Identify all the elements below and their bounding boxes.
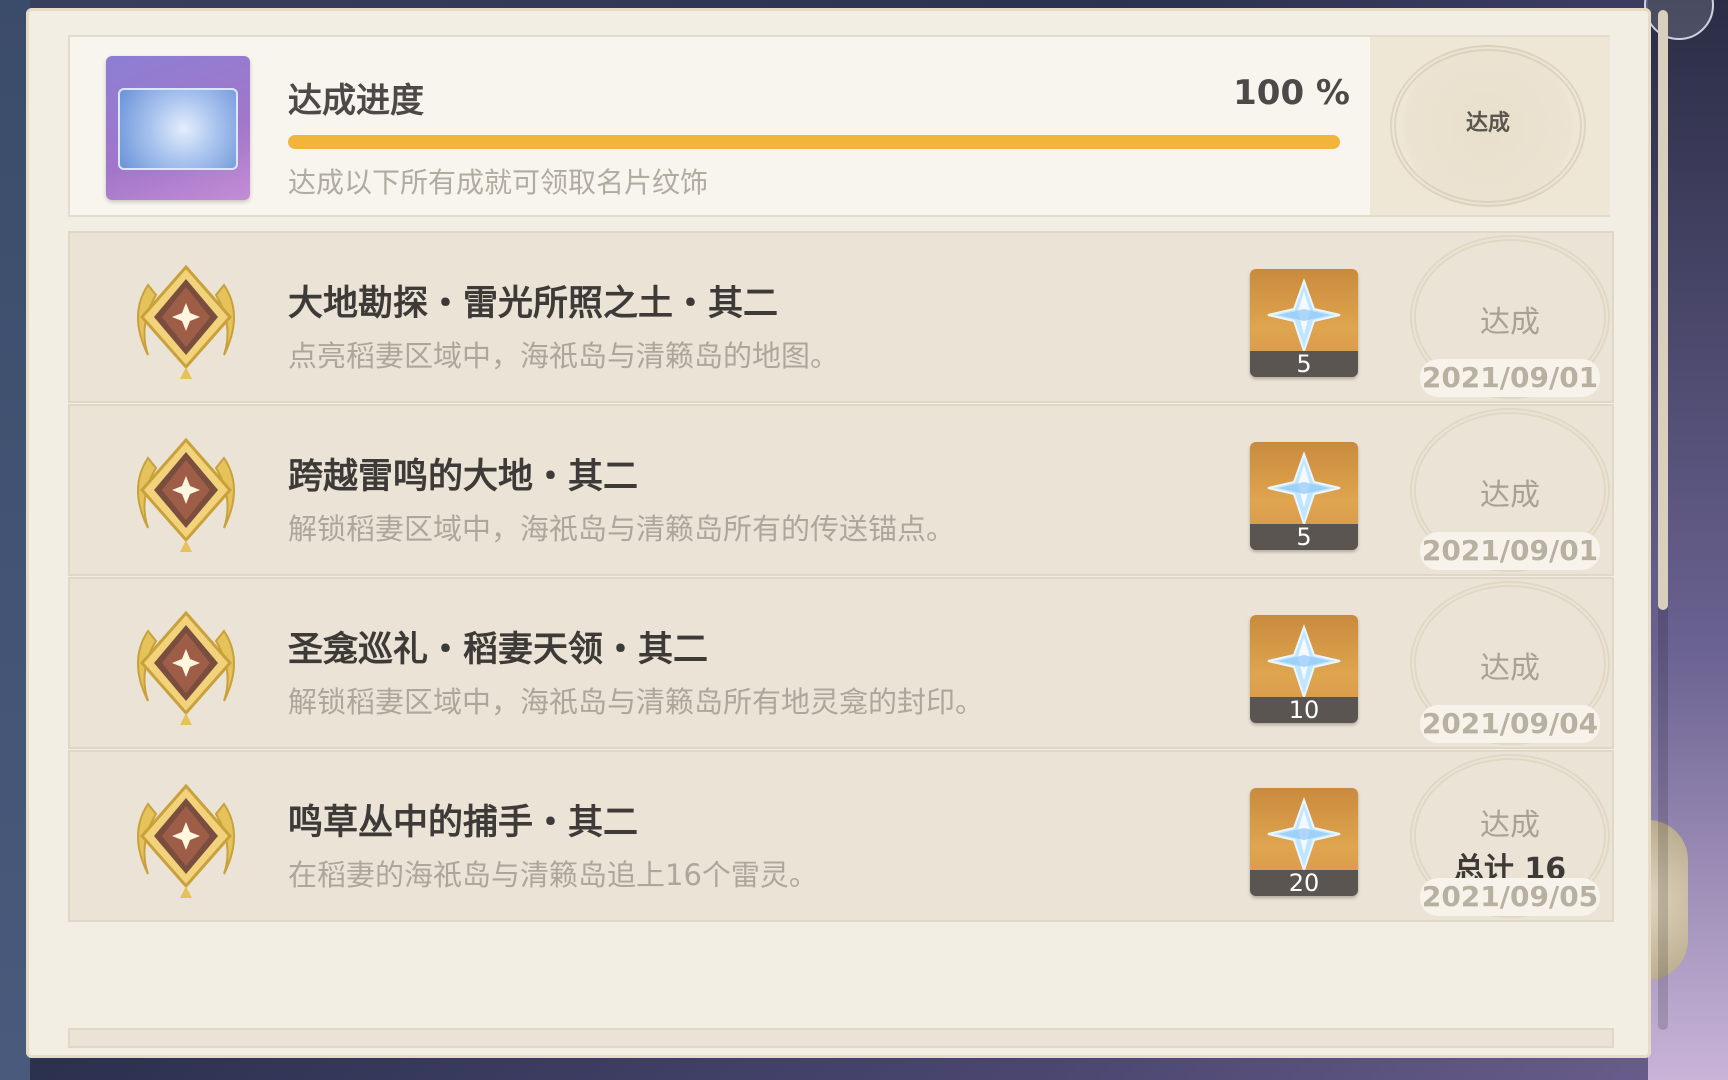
achievement-row[interactable]: 圣龛巡礼・稻妻天领・其二 解锁稻妻区域中，海祇岛与清籁岛所有地灵龛的封印。 10… — [68, 577, 1614, 749]
progress-percent: 100 % — [1233, 73, 1350, 113]
primogem-icon — [1267, 451, 1341, 528]
reward-item[interactable]: 20 — [1250, 788, 1358, 896]
achievement-description: 点亮稻妻区域中，海祇岛与清籁岛的地图。 — [288, 339, 840, 373]
reward-item[interactable]: 10 — [1250, 615, 1358, 723]
completion-date: 2021/09/04 — [1420, 705, 1600, 743]
completion-label: 达成 — [1480, 305, 1540, 340]
achievement-description: 解锁稻妻区域中，海祇岛与清籁岛所有的传送锚点。 — [288, 512, 956, 546]
progress-bar-fill — [288, 135, 1340, 149]
completion-date: 2021/09/05 — [1420, 878, 1600, 916]
completion-status: 达成 2021/09/01 — [1410, 233, 1610, 401]
progress-status-area: 达成 — [1370, 37, 1610, 215]
achievement-row[interactable]: 大地勘探・雷光所照之土・其二 点亮稻妻区域中，海祇岛与清籁岛的地图。 5 达成 … — [68, 231, 1614, 403]
achievement-row[interactable]: 鸣草丛中的捕手・其二 在稻妻的海祇岛与清籁岛追上16个雷灵。 20 达成 总计 … — [68, 750, 1614, 922]
achievement-medal-icon — [118, 774, 254, 904]
reward-count: 20 — [1250, 870, 1358, 896]
completion-date: 2021/09/01 — [1420, 532, 1600, 570]
progress-card: 达成进度 100 % 达成以下所有成就可领取名片纹饰 达成 — [68, 35, 1610, 217]
reward-count: 5 — [1250, 524, 1358, 550]
reward-item[interactable]: 5 — [1250, 442, 1358, 550]
primogem-icon — [1267, 278, 1341, 355]
completion-label: 达成 — [1480, 478, 1540, 513]
achievement-title: 鸣草丛中的捕手・其二 — [288, 803, 639, 843]
achievement-description: 在稻妻的海祇岛与清籁岛追上16个雷灵。 — [288, 858, 818, 892]
progress-title: 达成进度 — [288, 81, 424, 121]
achievement-medal-icon — [118, 601, 254, 731]
achievement-title: 大地勘探・雷光所照之土・其二 — [288, 284, 779, 324]
completion-status: 达成 总计 16 2021/09/05 — [1410, 752, 1610, 920]
primogem-icon — [1267, 624, 1341, 701]
reward-item[interactable]: 5 — [1250, 269, 1358, 377]
completion-label: 达成 — [1480, 808, 1540, 843]
reward-count: 10 — [1250, 697, 1358, 723]
achievement-title: 圣龛巡礼・稻妻天领・其二 — [288, 630, 709, 670]
reward-count: 5 — [1250, 351, 1358, 377]
scrollbar-thumb[interactable] — [1658, 10, 1668, 610]
achievement-row[interactable]: 跨越雷鸣的大地・其二 解锁稻妻区域中，海祇岛与清籁岛所有的传送锚点。 5 达成 … — [68, 404, 1614, 576]
namecard-image — [118, 88, 238, 170]
achievement-panel: 达成进度 100 % 达成以下所有成就可领取名片纹饰 达成 大地勘探・雷光所照之… — [26, 8, 1651, 1058]
achievement-medal-icon — [118, 428, 254, 558]
primogem-icon — [1267, 797, 1341, 874]
achievement-description: 解锁稻妻区域中，海祇岛与清籁岛所有地灵龛的封印。 — [288, 685, 985, 719]
progress-bar — [288, 135, 1340, 149]
achievement-title: 跨越雷鸣的大地・其二 — [288, 457, 639, 497]
completion-date: 2021/09/01 — [1420, 359, 1600, 397]
progress-status: 达成 — [1465, 111, 1510, 136]
namecard-icon[interactable] — [106, 56, 250, 200]
completion-status: 达成 2021/09/01 — [1410, 406, 1610, 574]
achievement-medal-icon — [118, 255, 254, 385]
completion-label: 达成 — [1480, 651, 1540, 686]
progress-description: 达成以下所有成就可领取名片纹饰 — [288, 166, 709, 199]
completion-status: 达成 2021/09/04 — [1410, 579, 1610, 747]
next-row-peek — [68, 1028, 1614, 1048]
